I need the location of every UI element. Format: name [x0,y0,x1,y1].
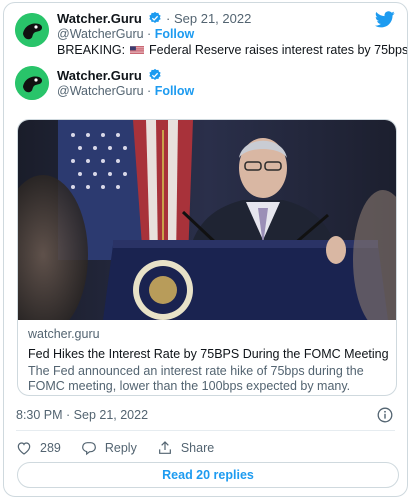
separator-dot: · [147,84,155,98]
reply-label: Reply [104,441,137,455]
separator-dot: · [147,27,155,41]
share-label: Share [180,441,215,455]
verified-badge-icon [149,68,162,80]
like-button[interactable]: 289 [16,440,61,456]
quoted-tweet-text: BREAKING: Federal Reserve raises interes… [57,43,408,58]
like-count: 289 [40,441,61,455]
quoted-date[interactable]: Sep 21, 2022 [174,11,251,26]
watcher-guru-avatar[interactable] [15,13,49,47]
quoted-header: Watcher.Guru · Sep 21, 2022 [57,11,251,27]
read-replies-button[interactable]: Read 20 replies [17,462,399,488]
tweet-actions: 289 Reply Share [16,439,234,457]
follow-button[interactable]: Follow [155,84,195,98]
link-domain: watcher.guru [28,327,100,341]
link-description: The Fed announced an interest rate hike … [28,364,364,393]
follow-button[interactable]: Follow [155,27,195,41]
divider [16,430,395,431]
press-conference-photo [18,120,396,320]
share-upload-icon [158,441,171,454]
link-preview-card[interactable]: watcher.guru Fed Hikes the Interest Rate… [17,119,397,396]
tweet-timestamp[interactable]: 8:30 PM · Sep 21, 2022 [16,408,148,423]
author-handle[interactable]: @WatcherGuru [57,27,144,41]
info-icon[interactable] [377,407,393,423]
reply-bubble-icon [81,442,96,456]
us-flag-icon [129,46,144,54]
author-handle[interactable]: @WatcherGuru [57,84,144,98]
tweet-embed-card: Watcher.Guru · Sep 21, 2022 @WatcherGuru… [3,2,408,497]
author-name[interactable]: Watcher.Guru [57,11,142,26]
quoted-text-body: Federal Reserve raises interest rates by… [149,43,408,57]
link-title: Fed Hikes the Interest Rate by 75BPS Dur… [28,347,389,361]
heart-icon [17,442,31,455]
reply-button[interactable]: Reply [81,440,137,456]
verified-badge-icon [149,11,162,23]
watcher-guru-avatar[interactable] [15,66,49,100]
share-button[interactable]: Share [157,440,214,456]
twitter-bird-icon[interactable] [375,11,395,28]
separator-dot: · [166,11,174,26]
quoted-handle-line: @WatcherGuru · Follow [57,27,194,42]
tweet-header: Watcher.Guru [57,67,162,84]
breaking-prefix: BREAKING: [57,43,126,57]
author-name[interactable]: Watcher.Guru [57,68,142,83]
tweet-handle-line: @WatcherGuru · Follow [57,84,194,99]
